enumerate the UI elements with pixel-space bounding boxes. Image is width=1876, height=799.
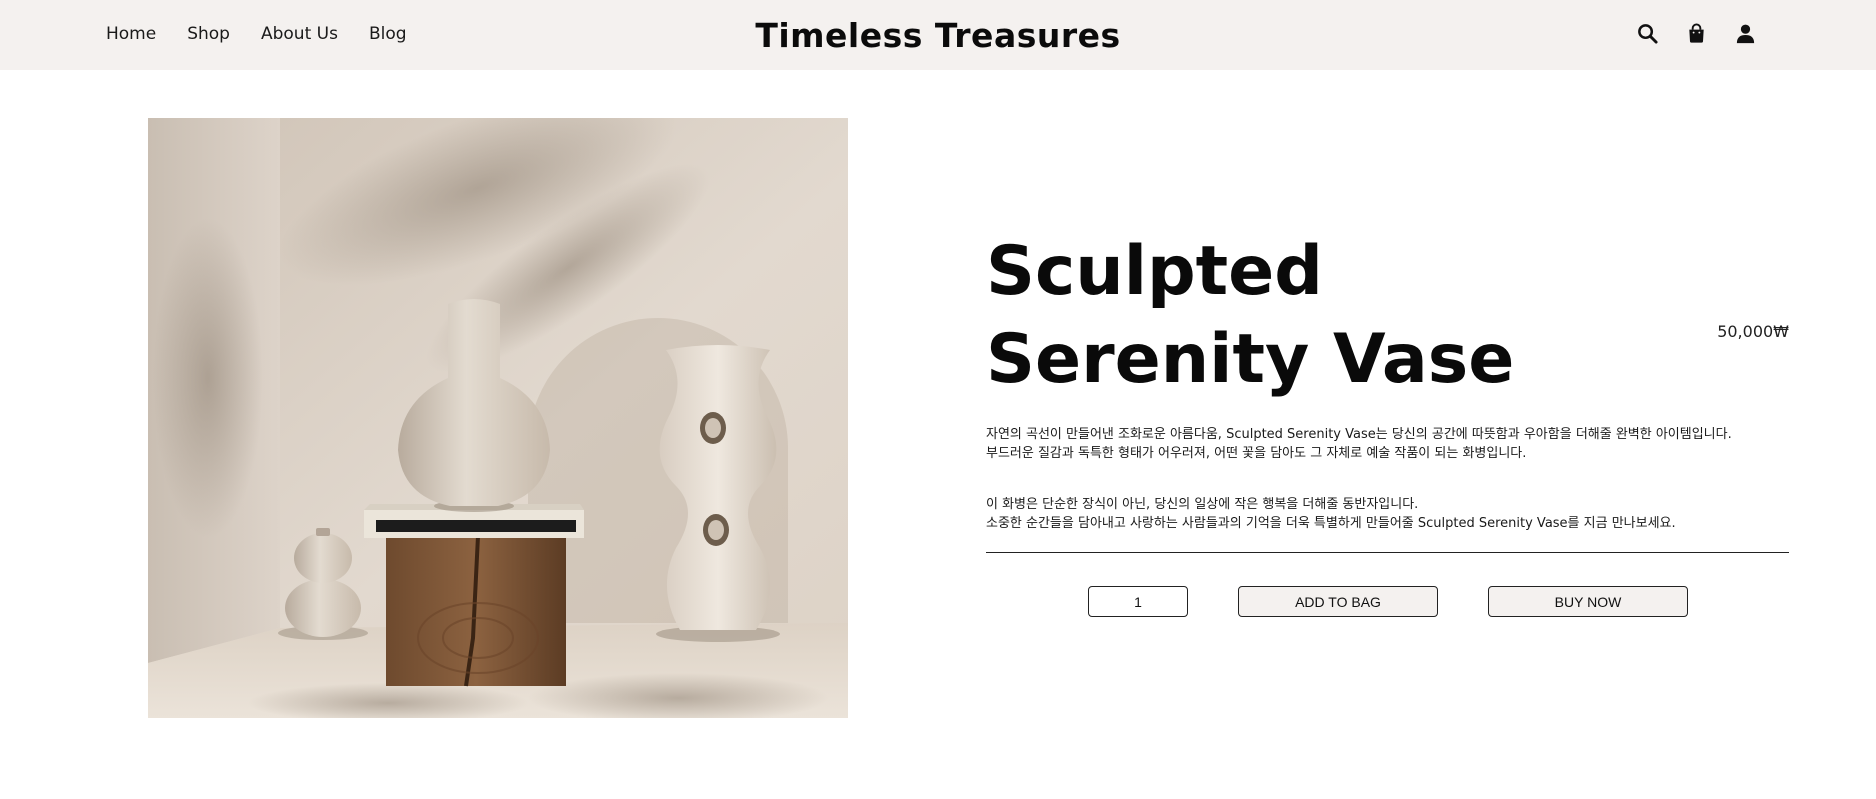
product-title-line1: Sculpted [986, 232, 1323, 311]
buy-now-button[interactable]: BUY NOW [1488, 586, 1688, 617]
nav-home[interactable]: Home [106, 24, 156, 44]
quantity-input[interactable] [1088, 586, 1188, 617]
add-to-bag-button[interactable]: ADD TO BAG [1238, 586, 1438, 617]
description-line: 이 화병은 단순한 장식이 아닌, 당신의 일상에 작은 행복을 더해줄 동반자… [986, 497, 1419, 512]
nav-shop[interactable]: Shop [187, 24, 230, 44]
product-photo-illustration [148, 118, 848, 718]
product-description-1: 자연의 곡선이 만들어낸 조화로운 아름다움, Sculpted Serenit… [986, 425, 1786, 463]
search-icon[interactable] [1636, 22, 1659, 45]
divider [986, 552, 1789, 553]
product-price: 50,000₩ [1717, 322, 1789, 341]
description-line: 자연의 곡선이 만들어낸 조화로운 아름다움, Sculpted Serenit… [986, 427, 1732, 442]
brand-title[interactable]: Timeless Treasures [755, 16, 1120, 55]
product-title: Sculpted Serenity Vase [986, 228, 1546, 404]
product-description-2: 이 화병은 단순한 장식이 아닌, 당신의 일상에 작은 행복을 더해줄 동반자… [986, 495, 1786, 533]
bag-icon[interactable] [1685, 22, 1708, 45]
description-line: 소중한 순간들을 담아내고 사랑하는 사람들과의 기억을 더욱 특별하게 만들어… [986, 516, 1676, 531]
product-title-line2: Serenity Vase [986, 320, 1515, 399]
nav-blog[interactable]: Blog [369, 24, 407, 44]
description-line: 부드러운 질감과 독특한 형태가 어우러져, 어떤 꽃을 담아도 그 자체로 예… [986, 446, 1527, 461]
site-header: Home Shop About Us Blog Timeless Treasur… [0, 0, 1876, 70]
user-icon[interactable] [1734, 22, 1757, 45]
nav-about-us[interactable]: About Us [261, 24, 338, 44]
header-icons [1636, 22, 1757, 45]
product-image [148, 118, 848, 718]
main-nav: Home Shop About Us Blog [106, 24, 407, 44]
